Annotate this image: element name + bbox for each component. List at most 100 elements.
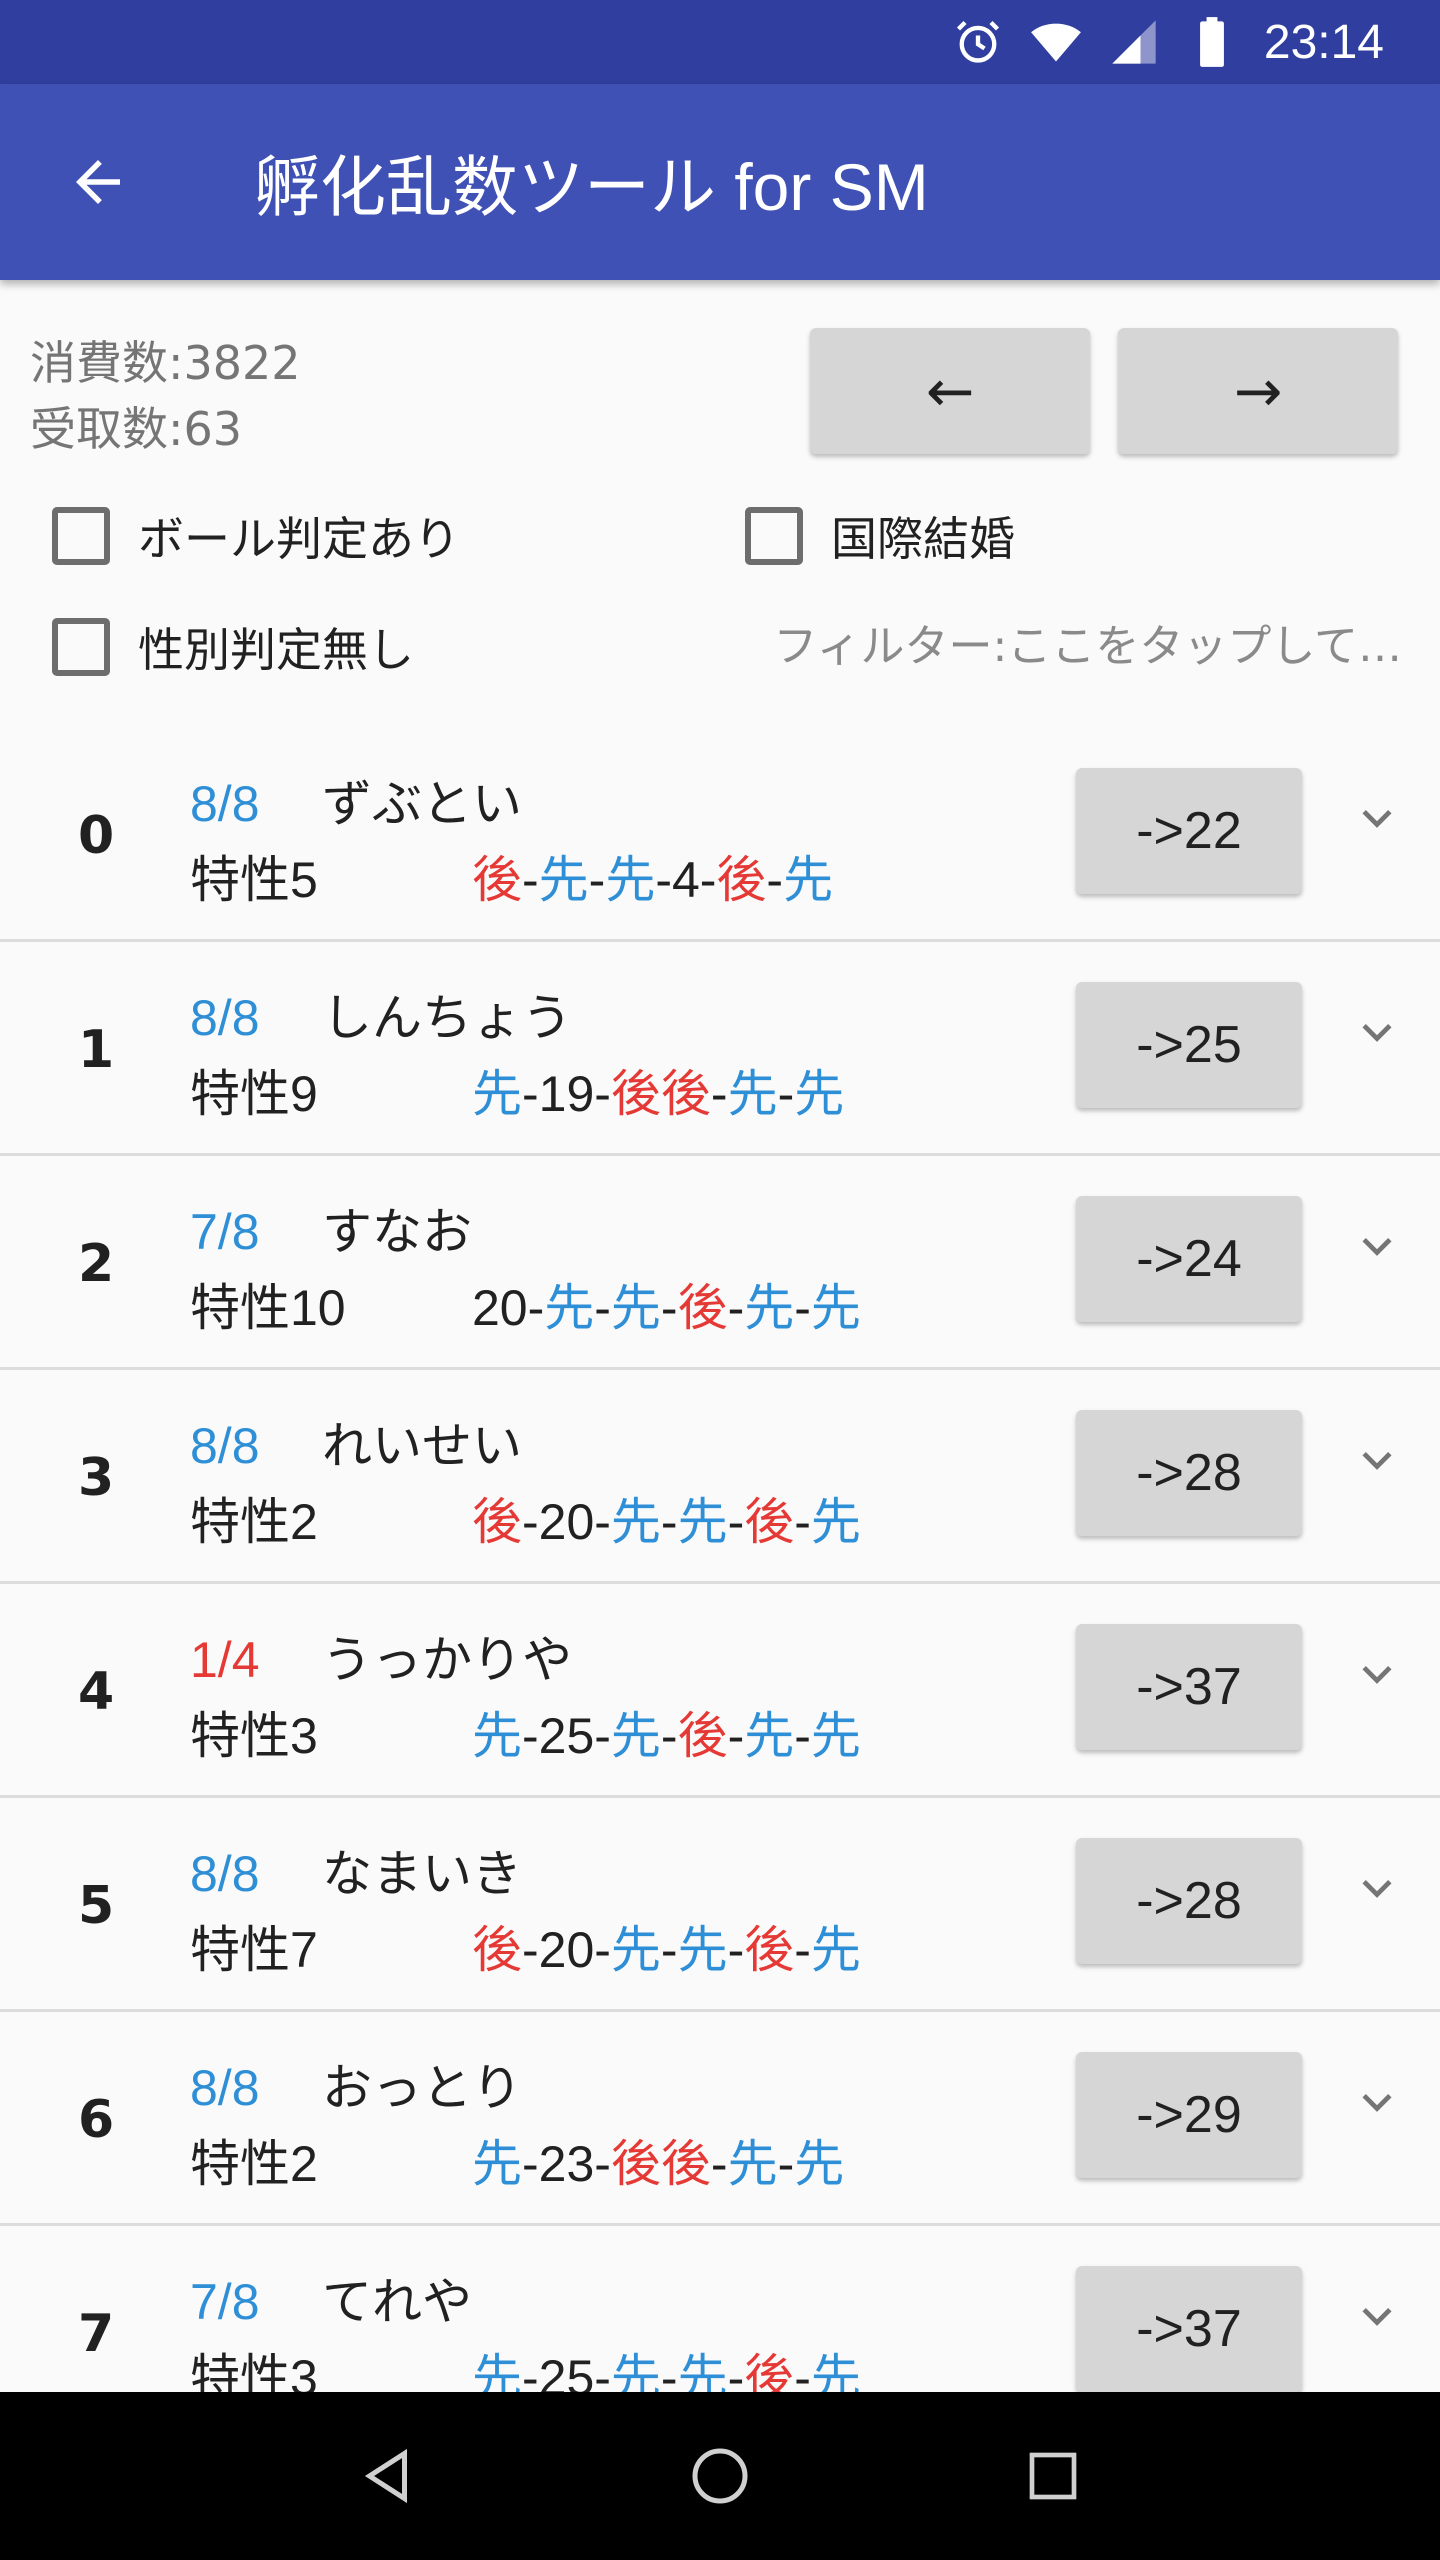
home-circle-icon[interactable] [680,2436,760,2516]
ability-slot: 特性2 [190,1494,318,1550]
iv-segment: 先 [744,1280,795,1336]
status-bar: 23:14 [0,0,1440,84]
iv-segment: -20- [522,1922,611,1978]
iv-pattern: 先-25-先-後-先-先 [472,1708,861,1764]
iv-segment: - [766,852,784,908]
ability-slot: 特性7 [190,1922,318,1978]
filter-input[interactable]: フィルター:ここをタップして… [773,610,1402,674]
iv-segment: 後 [472,1494,522,1550]
chevron-down-icon[interactable] [1352,794,1402,844]
iv-segment: 後 [610,1066,661,1122]
jump-button[interactable]: ->37 [1076,1624,1302,1750]
list-item[interactable]: 4 1/4 うっかりや 特性3 先-25-先-後-先-先 ->37 [0,1584,1440,1798]
iv-segment: - [727,1494,745,1550]
iv-segment: - [794,1708,811,1764]
iv-segment: - [727,1922,745,1978]
iv-segment: 先 [794,1066,845,1122]
nature-name: ずぶとい [322,776,522,832]
arrow-back-icon [76,160,120,204]
row-summary: 8/8 しんちょう [190,978,572,1050]
row-detail: 特性2 後-20-先-先-後-先 [190,1482,861,1554]
ball-check-checkbox[interactable] [52,507,110,565]
chevron-down-icon[interactable] [1352,1436,1402,1486]
iv-segment: 後 [677,1708,728,1764]
row-index: 3 [78,1448,115,1508]
prev-button[interactable]: ← [810,328,1090,454]
clock: 23:14 [1263,15,1384,69]
row-detail: 特性3 先-25-先-後-先-先 [190,1696,861,1768]
iv-segment: - [660,1494,678,1550]
iv-segment: 先 [610,1708,661,1764]
row-index: 5 [78,1876,115,1936]
iv-segment: 20- [472,1280,545,1336]
row-detail: 特性2 先-23-後後-先-先 [190,2124,844,2196]
nature-name: しんちょう [322,990,572,1046]
iv-fraction: 8/8 [190,990,260,1046]
iv-segment: 先 [744,1708,795,1764]
ability-slot: 特性5 [190,852,318,908]
iv-segment: 先 [810,1922,861,1978]
intl-marriage-checkbox[interactable] [745,507,803,565]
list-item[interactable]: 2 7/8 すなお 特性10 20-先-先-後-先-先 ->24 [0,1156,1440,1370]
iv-segment: 先 [538,852,589,908]
row-index: 6 [78,2090,115,2150]
iv-segment: 先 [472,1066,522,1122]
ball-check-option[interactable]: ボール判定あり [52,503,460,569]
back-triangle-icon[interactable] [347,2436,427,2516]
chevron-down-icon[interactable] [1352,1864,1402,1914]
iv-pattern: 後-先-先-4-後-先 [472,852,833,908]
no-gender-check-option[interactable]: 性別判定無し [52,614,414,680]
iv-segment: 後 [677,1280,728,1336]
chevron-down-icon[interactable] [1352,2292,1402,2342]
jump-button[interactable]: ->28 [1076,1410,1302,1536]
iv-fraction: 8/8 [190,1846,260,1902]
iv-segment: 先 [783,852,834,908]
nature-name: すなお [322,1204,472,1260]
iv-pattern: 先-23-後後-先-先 [472,2136,844,2192]
row-index: 7 [78,2304,115,2364]
ability-slot: 特性10 [190,1280,346,1336]
nature-name: てれや [322,2274,472,2330]
row-detail: 特性9 先-19-後後-先-先 [190,1054,844,1126]
iv-segment: 後 [660,2136,711,2192]
jump-button[interactable]: ->37 [1076,2266,1302,2392]
iv-segment: - [727,1708,745,1764]
back-button[interactable] [50,134,146,230]
row-summary: 7/8 てれや [190,2262,472,2334]
iv-fraction: 8/8 [190,1418,260,1474]
jump-button[interactable]: ->28 [1076,1838,1302,1964]
row-summary: 8/8 おっとり [190,2048,522,2120]
jump-button[interactable]: ->25 [1076,982,1302,1108]
iv-segment: -4- [655,852,717,908]
result-list: 0 8/8 ずぶとい 特性5 後-先-先-4-後-先 ->22 1 8/8 しんちょう… [0,728,1440,2440]
iv-pattern: 後-20-先-先-後-先 [472,1494,861,1550]
next-button[interactable]: → [1118,328,1398,454]
recents-square-icon[interactable] [1013,2436,1093,2516]
list-item[interactable]: 3 8/8 れいせい 特性2 後-20-先-先-後-先 ->28 [0,1370,1440,1584]
ability-slot: 特性3 [190,1708,318,1764]
iv-segment: 後 [472,852,522,908]
page-title: 孵化乱数ツール for SM [254,150,929,224]
nature-name: なまいき [322,1846,522,1902]
list-item[interactable]: 5 8/8 なまいき 特性7 後-20-先-先-後-先 ->28 [0,1798,1440,2012]
list-item[interactable]: 0 8/8 ずぶとい 特性5 後-先-先-4-後-先 ->22 [0,728,1440,942]
jump-button[interactable]: ->24 [1076,1196,1302,1322]
no-gender-check-checkbox[interactable] [52,618,110,676]
iv-segment: 先 [605,852,656,908]
iv-fraction: 7/8 [190,2274,260,2330]
jump-button[interactable]: ->22 [1076,768,1302,894]
list-item[interactable]: 6 8/8 おっとり 特性2 先-23-後後-先-先 ->29 [0,2012,1440,2226]
chevron-down-icon[interactable] [1352,2078,1402,2128]
intl-marriage-option[interactable]: 国際結婚 [745,503,1015,569]
iv-segment: - [660,1708,678,1764]
chevron-down-icon[interactable] [1352,1008,1402,1058]
iv-fraction: 8/8 [190,2060,260,2116]
chevron-down-icon[interactable] [1352,1222,1402,1272]
jump-button[interactable]: ->29 [1076,2052,1302,2178]
app-bar: 孵化乱数ツール for SM [0,84,1440,280]
list-item[interactable]: 1 8/8 しんちょう 特性9 先-19-後後-先-先 ->25 [0,942,1440,1156]
chevron-down-icon[interactable] [1352,1650,1402,1700]
iv-fraction: 1/4 [190,1632,260,1688]
iv-segment: -23- [522,2136,611,2192]
iv-segment: - [522,852,539,908]
